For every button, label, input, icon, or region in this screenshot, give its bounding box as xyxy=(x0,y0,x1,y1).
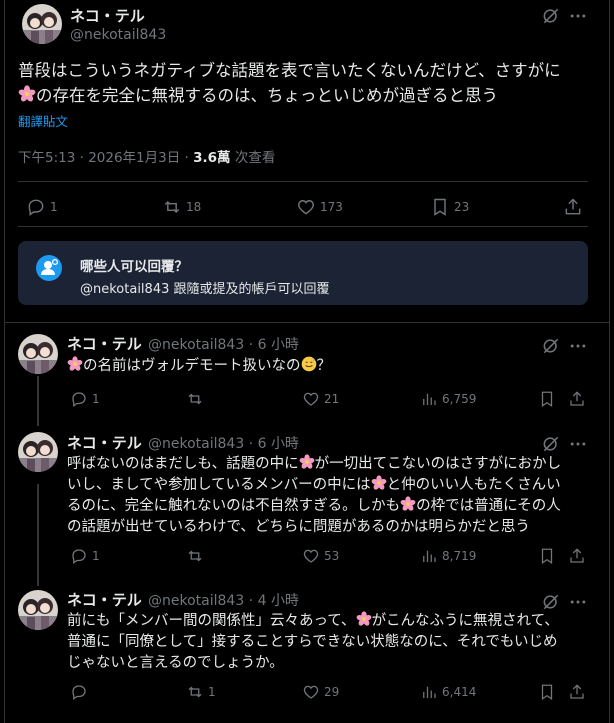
sakura-emoji xyxy=(18,85,36,103)
views-button[interactable]: 6,414 xyxy=(420,683,476,701)
views-count: 3.6萬 xyxy=(193,150,231,166)
reply-button[interactable]: 1 xyxy=(70,547,100,565)
bookmark-button[interactable]: 23 xyxy=(430,197,469,217)
share-button[interactable] xyxy=(568,547,586,565)
display-name[interactable]: ネコ・テル xyxy=(67,589,142,610)
repost-button[interactable] xyxy=(186,547,208,565)
grok-icon[interactable] xyxy=(541,336,561,356)
timestamp[interactable]: 下午5:13 · 2026年1月3日 · xyxy=(18,150,193,166)
repost-button[interactable]: 1 xyxy=(186,683,216,701)
bookmark-button[interactable] xyxy=(538,390,556,408)
avatar[interactable] xyxy=(18,432,58,472)
share-button[interactable] xyxy=(568,683,586,701)
like-button[interactable]: 21 xyxy=(302,390,339,408)
translate-link[interactable]: 翻譯貼文 xyxy=(18,111,68,130)
sweat-smile-emoji xyxy=(301,356,316,372)
sakura-emoji xyxy=(371,475,387,491)
grok-icon[interactable] xyxy=(541,434,561,454)
reply-restriction-notice: 哪些人可以回覆？ @nekotail843 跟隨或提及的帳戶可以回覆 xyxy=(18,241,588,305)
chart-icon xyxy=(423,550,436,562)
divider xyxy=(5,322,609,323)
repost-icon xyxy=(188,393,202,405)
reply-text: の名前はヴォルデモート扱いなの？ xyxy=(67,356,587,377)
grok-icon[interactable] xyxy=(541,592,561,612)
share-icon xyxy=(570,684,584,699)
reply-icon xyxy=(72,549,86,565)
repost-button[interactable]: 18 xyxy=(162,197,201,217)
more-icon[interactable] xyxy=(568,434,588,454)
reply-icon xyxy=(72,392,86,408)
like-button[interactable]: 53 xyxy=(302,547,339,565)
reply-icon xyxy=(72,685,86,701)
reply-text: 呼ばないのはまだしも、話題の中に が一切出てこないのはさすがにおかし いし、まして… xyxy=(67,454,562,535)
bookmark-icon xyxy=(541,548,553,564)
more-icon[interactable] xyxy=(568,6,588,26)
tweet-meta: 下午5:13 · 2026年1月3日 · 3.6萬 次查看 xyxy=(18,146,275,166)
more-icon[interactable] xyxy=(568,336,588,356)
repost-button[interactable] xyxy=(186,390,208,408)
views-label: 次查看 xyxy=(230,150,276,166)
bookmark-button[interactable] xyxy=(538,683,556,701)
bookmark-icon xyxy=(434,198,446,216)
like-button[interactable]: 29 xyxy=(302,683,339,701)
repost-icon xyxy=(164,200,180,214)
sakura-emoji xyxy=(356,611,372,627)
tweet-text: 普段はこういうネガティブな話題を表で言いたくないんだけど、さすがに の存在を完全… xyxy=(18,61,561,105)
avatar[interactable] xyxy=(22,4,62,44)
views-button[interactable]: 8,719 xyxy=(420,547,476,565)
reply-icon xyxy=(28,199,44,216)
more-icon[interactable] xyxy=(568,592,588,612)
handle[interactable]: @nekotail843 xyxy=(70,27,166,43)
notice-subtitle: @nekotail843 跟隨或提及的帳戶可以回覆 xyxy=(80,282,330,297)
thread-line xyxy=(37,376,39,426)
bookmark-icon xyxy=(541,684,553,700)
views-button[interactable]: 6,759 xyxy=(420,390,476,408)
heart-icon xyxy=(298,200,314,215)
like-button[interactable]: 173 xyxy=(296,197,343,217)
bookmark-icon xyxy=(541,391,553,407)
handle-time[interactable]: @nekotail843 · 6 小時 xyxy=(148,433,299,453)
chart-icon xyxy=(423,686,436,698)
divider xyxy=(18,226,588,227)
display-name[interactable]: ネコ・テル xyxy=(67,432,142,453)
reply-text: 前にも「メンバー間の関係性」云々あって、 がこんなふうに無視されて、 普通に「同僚… xyxy=(67,611,559,671)
chart-icon xyxy=(423,393,436,405)
heart-icon xyxy=(303,549,319,563)
share-icon xyxy=(570,391,584,406)
repost-icon xyxy=(188,550,202,562)
share-icon xyxy=(570,548,584,563)
grok-icon[interactable] xyxy=(541,6,561,26)
share-icon xyxy=(565,198,581,215)
heart-icon xyxy=(303,392,319,406)
heart-icon xyxy=(303,685,319,699)
bookmark-button[interactable] xyxy=(538,547,556,565)
divider xyxy=(18,181,588,182)
user-icon xyxy=(36,255,62,281)
reply-button[interactable]: 1 xyxy=(70,390,100,408)
avatar[interactable] xyxy=(18,334,58,374)
handle-time[interactable]: @nekotail843 · 6 小時 xyxy=(148,334,299,354)
reply-button[interactable]: 1 xyxy=(26,197,58,217)
avatar[interactable] xyxy=(18,590,58,630)
repost-icon xyxy=(188,686,202,698)
sakura-emoji xyxy=(299,454,315,470)
reply-button[interactable] xyxy=(70,683,92,701)
handle-time[interactable]: @nekotail843 · 4 小時 xyxy=(148,590,299,610)
display-name[interactable]: ネコ・テル xyxy=(70,5,145,26)
notice-title: 哪些人可以回覆？ xyxy=(80,259,188,275)
display-name[interactable]: ネコ・テル xyxy=(67,333,142,354)
sakura-emoji xyxy=(400,496,416,512)
sakura-emoji xyxy=(67,356,83,372)
thread-line xyxy=(37,484,39,586)
share-button[interactable] xyxy=(568,390,586,408)
share-button[interactable] xyxy=(563,197,583,217)
